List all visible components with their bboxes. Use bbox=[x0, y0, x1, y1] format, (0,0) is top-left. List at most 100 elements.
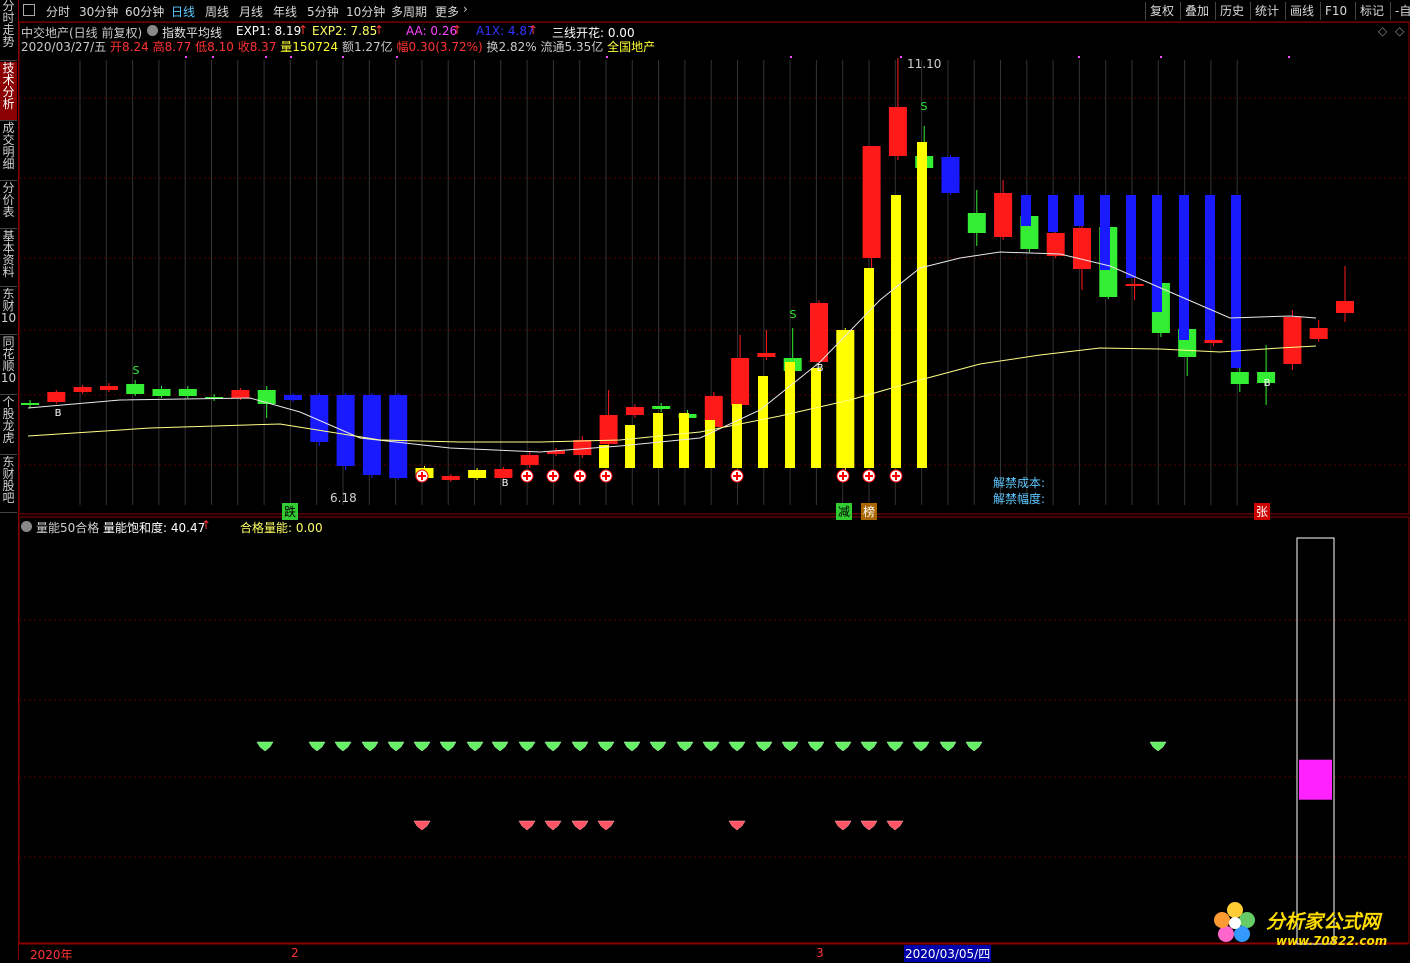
green-diamond-icon bbox=[860, 741, 878, 752]
sub-panel-frame bbox=[18, 516, 1410, 944]
blue-column bbox=[1152, 195, 1162, 312]
green-diamond-icon bbox=[781, 741, 799, 752]
green-diamond-icon bbox=[676, 741, 694, 752]
top-dot-marker bbox=[1078, 56, 1080, 58]
top-dot-marker bbox=[290, 56, 292, 58]
top-dot-marker bbox=[1160, 56, 1162, 58]
candle-body bbox=[1309, 328, 1328, 339]
candle-body bbox=[1125, 284, 1144, 286]
signal-buy-label: B bbox=[502, 478, 509, 489]
saturation-gauge-frame bbox=[1296, 537, 1335, 945]
candle-body bbox=[994, 193, 1013, 237]
event-marker-zhang[interactable]: 张 bbox=[1254, 503, 1271, 520]
yellow-column bbox=[917, 142, 927, 468]
time-axis-label: 3 bbox=[816, 946, 824, 960]
blue-column bbox=[1205, 195, 1215, 340]
candle-body bbox=[573, 440, 592, 455]
green-diamond-icon bbox=[413, 741, 431, 752]
signal-sell-label: S bbox=[921, 100, 928, 113]
green-diamond-icon bbox=[334, 741, 352, 752]
blue-column bbox=[1100, 195, 1110, 270]
candle-body bbox=[73, 387, 92, 392]
red-diamond-icon bbox=[544, 820, 562, 831]
candle-body bbox=[1073, 228, 1091, 269]
green-diamond-icon bbox=[466, 741, 484, 752]
candle-body bbox=[152, 389, 171, 396]
blue-column bbox=[1021, 195, 1031, 226]
low-price-label: 6.18 bbox=[330, 491, 357, 505]
candle-body bbox=[967, 213, 986, 233]
candle-body bbox=[310, 395, 329, 442]
candle-body bbox=[1046, 233, 1065, 256]
candle-body bbox=[21, 403, 39, 405]
time-axis-label: 2 bbox=[291, 946, 299, 960]
green-diamond-icon bbox=[912, 741, 930, 752]
blue-column bbox=[1074, 195, 1084, 226]
high-price-label: 11.10 bbox=[907, 57, 942, 71]
event-marker-jian[interactable]: 减 bbox=[836, 503, 853, 520]
candle-body bbox=[862, 146, 881, 258]
candle-body bbox=[257, 390, 276, 404]
ma-line-fast bbox=[27, 251, 1317, 453]
yellow-column bbox=[679, 413, 689, 468]
candle-body bbox=[625, 407, 644, 415]
green-diamond-icon bbox=[597, 741, 615, 752]
candle-body bbox=[731, 358, 750, 405]
signal-sell-label: S bbox=[790, 308, 797, 321]
candle-body bbox=[941, 157, 960, 193]
green-diamond-icon bbox=[571, 741, 589, 752]
candle-body bbox=[362, 395, 381, 475]
yellow-column bbox=[653, 413, 663, 468]
candle-body bbox=[284, 395, 302, 400]
yellow-column bbox=[891, 195, 901, 468]
candle-body bbox=[1336, 301, 1354, 313]
blue-column bbox=[1179, 195, 1189, 340]
green-diamond-icon bbox=[308, 741, 326, 752]
candle-body bbox=[99, 386, 118, 390]
jiejin-range-label: 解禁幅度: bbox=[993, 492, 1046, 506]
candle-body bbox=[1204, 340, 1223, 343]
green-diamond-icon bbox=[623, 741, 641, 752]
candle-body bbox=[47, 392, 66, 402]
yellow-column bbox=[864, 268, 874, 468]
green-diamond-icon bbox=[755, 741, 773, 752]
signal-buy-label: B bbox=[817, 363, 824, 374]
red-diamond-icon bbox=[597, 820, 615, 831]
signal-buy-label: B bbox=[1264, 378, 1271, 389]
green-diamond-icon bbox=[1149, 741, 1167, 752]
signal-sell-label: S bbox=[133, 364, 140, 377]
candle-body bbox=[126, 384, 145, 394]
candle-body bbox=[468, 470, 487, 478]
watermark-title: 分析家公式网 bbox=[1266, 911, 1381, 933]
green-diamond-icon bbox=[439, 741, 457, 752]
candle-body bbox=[231, 390, 250, 398]
watermark-url: www.70822.com bbox=[1276, 934, 1388, 948]
event-marker-bang[interactable]: 榜 bbox=[861, 503, 878, 520]
candle-body bbox=[810, 303, 828, 362]
red-diamond-icon bbox=[860, 820, 878, 831]
green-diamond-icon bbox=[518, 741, 536, 752]
kline-chart[interactable]: S S S B B B B bbox=[0, 0, 1410, 960]
flower-logo-icon bbox=[1212, 900, 1258, 946]
top-dot-marker bbox=[342, 56, 344, 58]
green-diamond-icon bbox=[256, 741, 274, 752]
top-dot-marker bbox=[900, 56, 902, 58]
red-diamond-icon bbox=[571, 820, 589, 831]
green-diamond-icon bbox=[728, 741, 746, 752]
top-dot-marker bbox=[606, 56, 608, 58]
red-diamond-icon bbox=[728, 820, 746, 831]
saturation-gauge-level bbox=[1299, 759, 1332, 800]
yellow-column bbox=[625, 425, 635, 468]
candle-body bbox=[757, 353, 776, 357]
green-diamond-icon bbox=[387, 741, 405, 752]
yellow-column bbox=[705, 420, 715, 468]
candle-body bbox=[652, 406, 671, 409]
event-marker-die[interactable]: 跌 bbox=[282, 503, 299, 520]
candle-body bbox=[520, 455, 539, 465]
candle-body bbox=[1230, 372, 1249, 384]
green-diamond-icon bbox=[807, 741, 825, 752]
red-diamond-icon bbox=[834, 820, 852, 831]
yellow-column bbox=[732, 404, 742, 468]
blue-column bbox=[1231, 195, 1241, 368]
top-dot-marker bbox=[212, 56, 214, 58]
